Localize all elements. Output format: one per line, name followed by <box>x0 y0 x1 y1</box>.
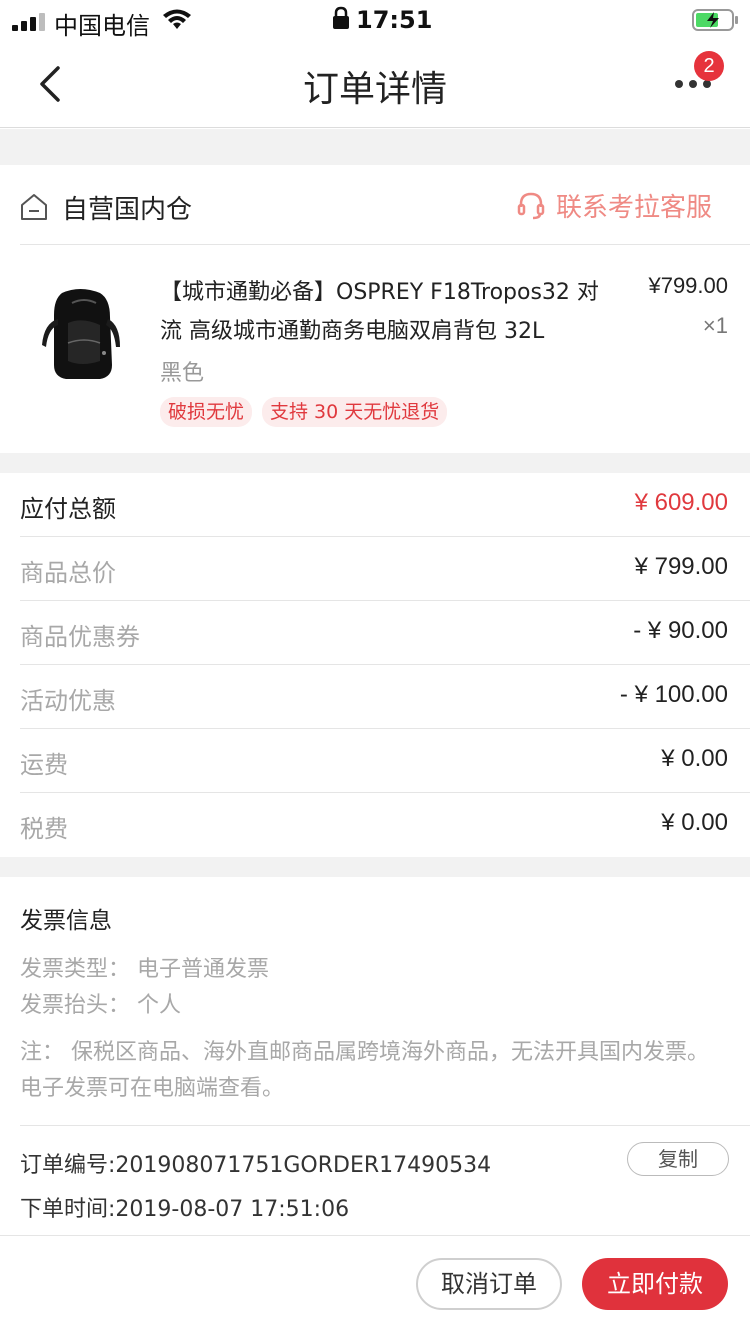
divider <box>20 1125 750 1126</box>
headset-icon <box>517 192 545 220</box>
navigation-bar: 订单详情 2 <box>0 40 750 128</box>
customer-service-link[interactable]: 联系考拉客服 <box>516 185 712 225</box>
price-row-goods-total: 商品总价 ¥ 799.00 <box>0 537 750 601</box>
section-gap <box>0 129 750 165</box>
price-value: ¥ 799.00 <box>634 553 728 580</box>
invoice-type: 发票类型： 电子普通发票 <box>20 957 269 982</box>
price-label: 活动优惠 <box>20 687 116 715</box>
price-label: 应付总额 <box>20 495 116 523</box>
section-gap <box>0 453 750 473</box>
price-row-coupon: 商品优惠券 - ¥ 90.00 <box>0 601 750 665</box>
tag-damage-protection: 破损无忧 <box>160 397 253 427</box>
cancel-order-button[interactable]: 取消订单 <box>416 1258 562 1310</box>
product-quantity: ×1 <box>702 313 728 338</box>
invoice-title: 发票信息 <box>20 908 112 934</box>
order-detail-page: 中国电信 17:51 订单详情 2 自营国内仓 联系考拉客服 【城市通勤必备】O… <box>0 0 750 1334</box>
product-item[interactable]: 【城市通勤必备】OSPREY F18Tropos32 对流 高级城市通勤商务电脑… <box>0 245 750 453</box>
order-number: 订单编号:201908071751GORDER17490534 <box>20 1153 492 1178</box>
price-row-shipping: 运费 ¥ 0.00 <box>0 729 750 793</box>
price-label: 商品总价 <box>20 559 116 587</box>
clock-time: 17:51 <box>356 6 433 34</box>
copy-order-number-button[interactable]: 复制 <box>627 1142 729 1176</box>
product-title: 【城市通勤必备】OSPREY F18Tropos32 对流 高级城市通勤商务电脑… <box>160 280 599 344</box>
price-value: - ¥ 100.00 <box>619 681 728 708</box>
bottom-action-bar: 取消订单 立即付款 <box>0 1235 750 1334</box>
product-color: 黑色 <box>160 361 205 386</box>
price-label: 税费 <box>20 815 68 843</box>
invoice-note: 注： 保税区商品、海外直邮商品属跨境海外商品，无法开具国内发票。电子发票可在电脑… <box>20 1040 709 1101</box>
product-price: ¥799.00 <box>648 273 728 298</box>
signal-icon <box>12 13 45 31</box>
section-gap <box>0 857 750 877</box>
price-value: ¥ 609.00 <box>634 489 728 516</box>
carrier-name: 中国电信 <box>54 12 150 40</box>
price-label: 商品优惠券 <box>20 623 140 651</box>
price-row-promotion: 活动优惠 - ¥ 100.00 <box>0 665 750 729</box>
service-tags: 破损无忧 支持 30 天无忧退货 <box>160 397 448 427</box>
warehouse-label: 自营国内仓 <box>62 195 193 225</box>
price-value: ¥ 0.00 <box>661 745 728 772</box>
price-row-total-payable: 应付总额 ¥ 609.00 <box>0 473 750 537</box>
warehouse-icon <box>21 194 47 220</box>
customer-service-label: 联系考拉客服 <box>556 192 713 223</box>
price-label: 运费 <box>20 751 68 779</box>
order-time: 下单时间:2019-08-07 17:51:06 <box>20 1197 350 1222</box>
wifi-icon <box>163 9 191 29</box>
price-summary: 应付总额 ¥ 609.00 商品总价 ¥ 799.00 商品优惠券 - ¥ 90… <box>0 473 750 857</box>
warehouse-row: 自营国内仓 联系考拉客服 <box>0 165 750 245</box>
invoice-header: 发票抬头： 个人 <box>20 993 181 1018</box>
pay-now-button[interactable]: 立即付款 <box>582 1258 728 1310</box>
notification-badge: 2 <box>694 51 724 81</box>
price-value: - ¥ 90.00 <box>633 617 728 644</box>
price-value: ¥ 0.00 <box>661 809 728 836</box>
tag-30-day-return: 支持 30 天无忧退货 <box>262 397 448 427</box>
invoice-section: 发票信息 发票类型： 电子普通发票 发票抬头： 个人 注： 保税区商品、海外直邮… <box>0 877 750 1235</box>
page-title: 订单详情 <box>302 69 447 110</box>
battery-charging-icon <box>692 9 738 31</box>
status-bar: 中国电信 17:51 <box>0 0 750 40</box>
price-row-tax: 税费 ¥ 0.00 <box>0 793 750 857</box>
lock-icon <box>333 6 349 29</box>
backpack-product-image <box>42 289 120 379</box>
